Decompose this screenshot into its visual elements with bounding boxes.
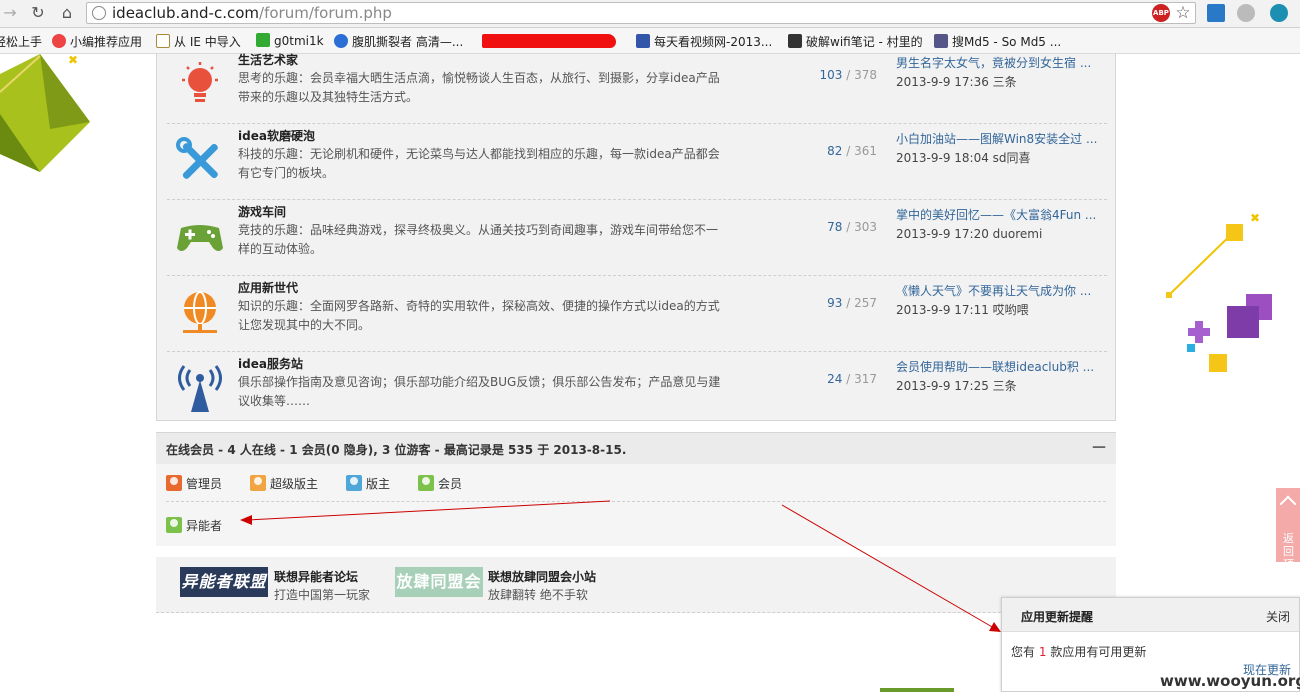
forum-row: 应用新世代 知识的乐趣：全面网罗各路新、奇特的实用软件，探秘高效、便捷的操作方式…: [167, 276, 1107, 352]
divider: [166, 501, 1106, 502]
online-members-header: 在线会员 - 4 人在线 - 1 会员(0 隐身), 3 位游客 - 最高记录是…: [156, 432, 1116, 464]
gamepad-icon[interactable]: [175, 212, 225, 262]
forum-row: idea服务站 俱乐部操作指南及意见咨询；俱乐部功能介绍及BUG反馈；俱乐部公告…: [167, 352, 1107, 428]
last-post-link[interactable]: 《懒人天气》不要再让天气成为你 ...: [896, 282, 1106, 301]
forum-counts: 93 / 257: [827, 296, 877, 310]
reload-icon[interactable]: ↻: [28, 3, 48, 23]
forum-list: 生活艺术家 思考的乐趣：会员幸福大晒生活点滴，愉悦畅谈人生百态，从旅行、到摄影，…: [156, 53, 1116, 421]
bookmark-item[interactable]: 轻松上手: [0, 33, 42, 50]
user-icon: [166, 475, 182, 491]
forum-last-post: 掌中的美好回忆——《大富翁4Fun ... 2013-9-9 17:20 duor…: [896, 206, 1106, 244]
antenna-icon[interactable]: [175, 364, 225, 414]
user-icon: [250, 475, 266, 491]
forum-row: 生活艺术家 思考的乐趣：会员幸福大晒生活点滴，愉悦畅谈人生百态，从旅行、到摄影，…: [167, 48, 1107, 124]
forum-title[interactable]: 应用新世代: [238, 279, 298, 296]
forum-last-post: 男生名字太女气，竟被分到女生宿 ... 2013-9-9 17:36 三条: [896, 54, 1106, 92]
last-post-meta: 2013-9-9 17:20 duoremi: [896, 227, 1043, 241]
forward-icon[interactable]: →: [0, 3, 20, 23]
address-bar[interactable]: ideaclub.and-c.com/forum/forum.php: [86, 2, 1196, 24]
group-moderator: 版主: [346, 475, 390, 492]
last-post-meta: 2013-9-9 17:36 三条: [896, 75, 1017, 89]
last-post-meta: 2013-9-9 17:25 三条: [896, 379, 1017, 393]
extension-globe-icon[interactable]: [1237, 4, 1255, 22]
link-banner[interactable]: 异能者联盟: [180, 567, 268, 597]
forum-description: 思考的乐趣：会员幸福大晒生活点滴，愉悦畅谈人生百态，从旅行、到摄影，分享idea…: [238, 71, 720, 104]
tools-icon[interactable]: [175, 136, 225, 186]
online-user[interactable]: 异能者: [166, 517, 222, 534]
extension-ghost-icon[interactable]: [1270, 4, 1288, 22]
notification-message: 您有 1 款应用有可用更新: [1011, 645, 1147, 659]
forum-last-post: 《懒人天气》不要再让天气成为你 ... 2013-9-9 17:11 哎哟喂: [896, 282, 1106, 320]
forum-title[interactable]: 生活艺术家: [238, 51, 298, 68]
close-button[interactable]: 关闭: [1266, 608, 1290, 625]
group-member: 会员: [418, 475, 462, 492]
site-icon: [256, 33, 270, 47]
last-post-link[interactable]: 男生名字太女气，竟被分到女生宿 ...: [896, 54, 1106, 73]
link-title[interactable]: 联想异能者论坛: [274, 568, 358, 585]
forum-last-post: 会员使用帮助——联想ideaclub积 ... 2013-9-9 17:25 三条: [896, 358, 1106, 396]
left-decoration: ✖: [0, 54, 90, 172]
watermark: www.wooyun.org: [1160, 672, 1300, 690]
online-summary: 在线会员 - 4 人在线 - 1 会员(0 隐身), 3 位游客 - 最高记录是…: [166, 443, 627, 457]
user-group-legend: 管理员 超级版主 版主 会员 异能者: [156, 464, 1116, 546]
forum-description: 科技的乐趣：无论刷机和硬件，无论菜鸟与达人都能找到相应的乐趣，每一款idea产品…: [238, 147, 720, 180]
browser-toolbar: → ↻ ⌂ ideaclub.and-c.com/forum/forum.php…: [0, 0, 1300, 28]
home-icon[interactable]: ⌂: [57, 3, 77, 23]
chevron-up-icon: [1279, 495, 1297, 513]
user-icon: [346, 475, 362, 491]
forum-description: 竞技的乐趣：品味经典游戏，探寻终极奥义。从通关技巧到奇闻趣事，游戏车间带给您不一…: [238, 223, 719, 256]
lightbulb-icon[interactable]: [175, 60, 225, 110]
page-footer-strip: [880, 688, 954, 692]
last-post-meta: 2013-9-9 17:11 哎哟喂: [896, 303, 1029, 317]
forum-last-post: 小白加油站——图解Win8安装全过 ... 2013-9-9 18:04 sd同喜: [896, 130, 1106, 168]
forum-counts: 24 / 317: [827, 372, 877, 386]
group-super-moderator: 超级版主: [250, 475, 318, 492]
bookmark-star-icon[interactable]: ☆: [1174, 4, 1192, 22]
user-icon: [166, 517, 182, 533]
forum-title[interactable]: 游戏车间: [238, 203, 286, 220]
link-banner[interactable]: 放肆同盟会: [395, 567, 483, 597]
link-subtitle: 放肆翻转 绝不手软: [488, 588, 588, 602]
group-admin: 管理员: [166, 475, 222, 492]
page-info-icon: [92, 6, 106, 20]
notification-title: 应用更新提醒: [1021, 610, 1094, 624]
last-post-link[interactable]: 掌中的美好回忆——《大富翁4Fun ...: [896, 206, 1106, 225]
adblock-icon[interactable]: ABP: [1152, 4, 1170, 22]
bookmark-item[interactable]: g0tmi1k: [256, 33, 324, 48]
back-to-top-button[interactable]: 返回顶部: [1276, 488, 1300, 584]
forum-row: idea软磨硬泡 科技的乐趣：无论刷机和硬件，无论菜鸟与达人都能找到相应的乐趣，…: [167, 124, 1107, 200]
last-post-link[interactable]: 小白加油站——图解Win8安装全过 ...: [896, 130, 1106, 149]
svg-text:✖: ✖: [1250, 211, 1260, 225]
redaction-mark: [482, 34, 616, 48]
forum-counts: 82 / 361: [827, 144, 877, 158]
last-post-meta: 2013-9-9 18:04 sd同喜: [896, 151, 1031, 165]
link-title[interactable]: 联想放肆同盟会小站: [488, 568, 596, 585]
svg-text:✖: ✖: [68, 54, 78, 67]
site-icon: [636, 34, 650, 48]
globe-network-icon[interactable]: [175, 288, 225, 338]
forum-title[interactable]: idea软磨硬泡: [238, 127, 315, 144]
forum-row: 游戏车间 竞技的乐趣：品味经典游戏，探寻终极奥义。从通关技巧到奇闻趣事，游戏车间…: [167, 200, 1107, 276]
user-icon: [418, 475, 434, 491]
forum-counts: 103 / 378: [819, 68, 877, 82]
folder-icon: [156, 34, 170, 48]
bookmark-item[interactable]: 小编推荐应用: [52, 33, 142, 50]
forum-description: 知识的乐趣：全面网罗各路新、奇特的实用软件，探秘高效、便捷的操作方式以idea的…: [238, 299, 720, 332]
forum-title[interactable]: idea服务站: [238, 355, 303, 372]
notification-header: 应用更新提醒 关闭: [1002, 598, 1299, 632]
site-icon: [934, 34, 948, 48]
site-icon: [788, 34, 802, 48]
right-decoration: ✖: [1166, 211, 1272, 372]
extension-icon[interactable]: [1207, 4, 1225, 22]
forum-description: 俱乐部操作指南及意见咨询；俱乐部功能介绍及BUG反馈；俱乐部公告发布；产品意见与…: [238, 375, 721, 408]
forum-counts: 78 / 303: [827, 220, 877, 234]
play-icon: [334, 34, 348, 48]
last-post-link[interactable]: 会员使用帮助——联想ideaclub积 ...: [896, 358, 1106, 377]
link-subtitle: 打造中国第一玩家: [274, 588, 371, 602]
chrome-icon: [52, 34, 66, 48]
url-text: ideaclub.and-c.com/forum/forum.php: [112, 4, 392, 22]
friend-links: 异能者联盟 联想异能者论坛 打造中国第一玩家 放肆同盟会 联想放肆同盟会小站 放…: [156, 557, 1116, 613]
collapse-button[interactable]: —: [1092, 439, 1106, 455]
